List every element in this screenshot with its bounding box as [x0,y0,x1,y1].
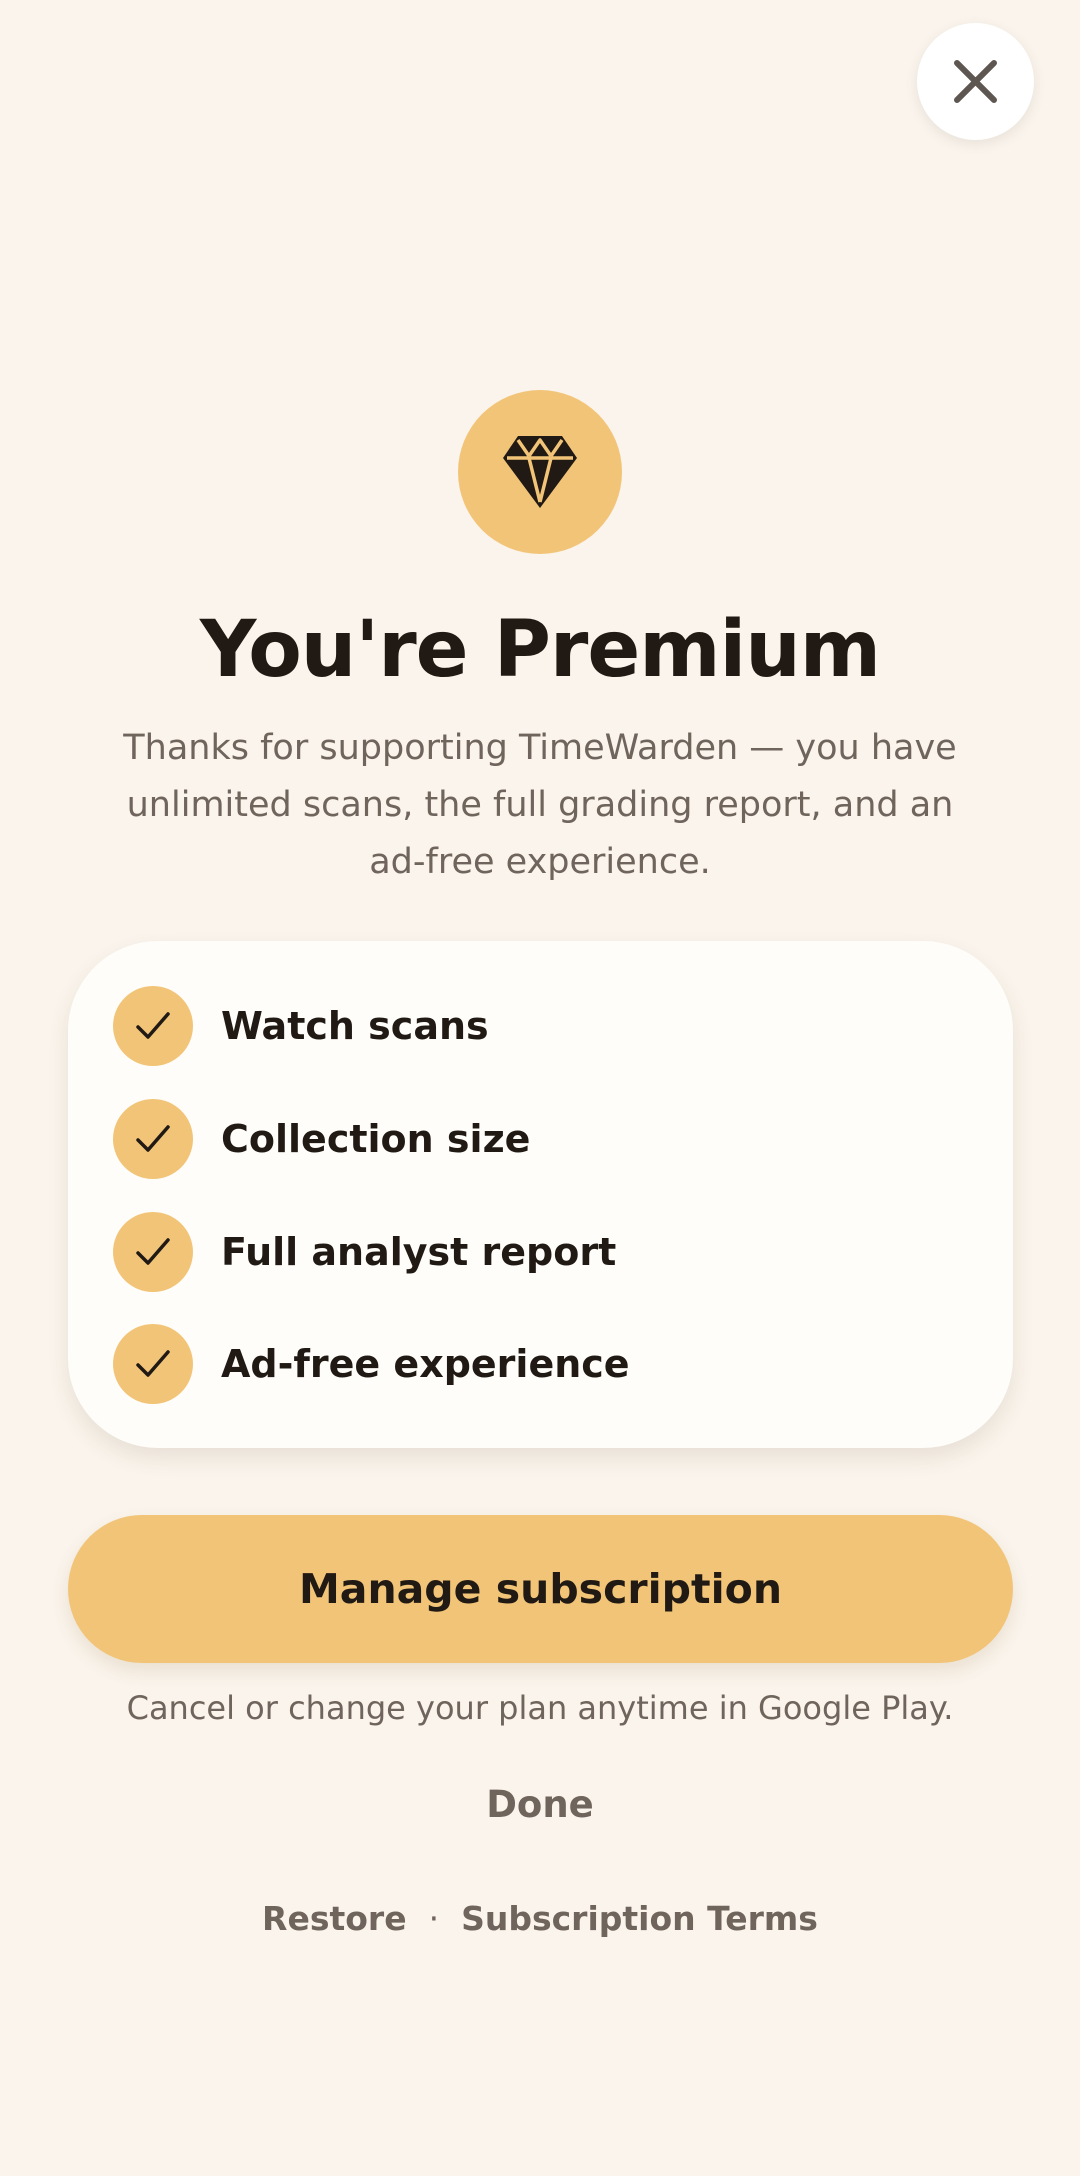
feature-item-full-analyst-report: Full analyst report [113,1212,953,1292]
page-title: You're Premium [199,605,881,695]
check-icon [136,1012,170,1039]
subscription-terms-link[interactable]: Subscription Terms [461,1899,818,1938]
cancel-note: Cancel or change your plan anytime in Go… [126,1689,954,1727]
check-icon [136,1238,170,1265]
feature-item-collection-size: Collection size [113,1099,953,1179]
close-button[interactable] [917,23,1034,140]
check-icon [136,1350,170,1377]
restore-link[interactable]: Restore [262,1899,407,1938]
feature-item-watch-scans: Watch scans [113,986,953,1066]
feature-item-ad-free: Ad-free experience [113,1324,953,1404]
feature-check [113,1099,193,1179]
page-subtitle: Thanks for supporting TimeWarden — you h… [123,728,957,882]
feature-check [113,1324,193,1404]
diamond-icon [503,436,577,508]
feature-label: Collection size [221,1117,531,1161]
footer-links: Restore · Subscription Terms [0,1896,1080,1942]
footer-separator: · [428,1899,440,1938]
close-icon [954,60,997,103]
check-icon [136,1125,170,1152]
feature-label: Watch scans [221,1004,489,1048]
feature-label: Full analyst report [221,1230,617,1274]
feature-label: Ad-free experience [221,1342,630,1386]
premium-badge [458,390,622,554]
feature-check [113,1212,193,1292]
features-card: Watch scans Collection size Full analyst… [68,941,1013,1448]
manage-subscription-button[interactable]: Manage subscription [68,1515,1013,1663]
feature-check [113,986,193,1066]
done-button[interactable]: Done [440,1780,640,1830]
